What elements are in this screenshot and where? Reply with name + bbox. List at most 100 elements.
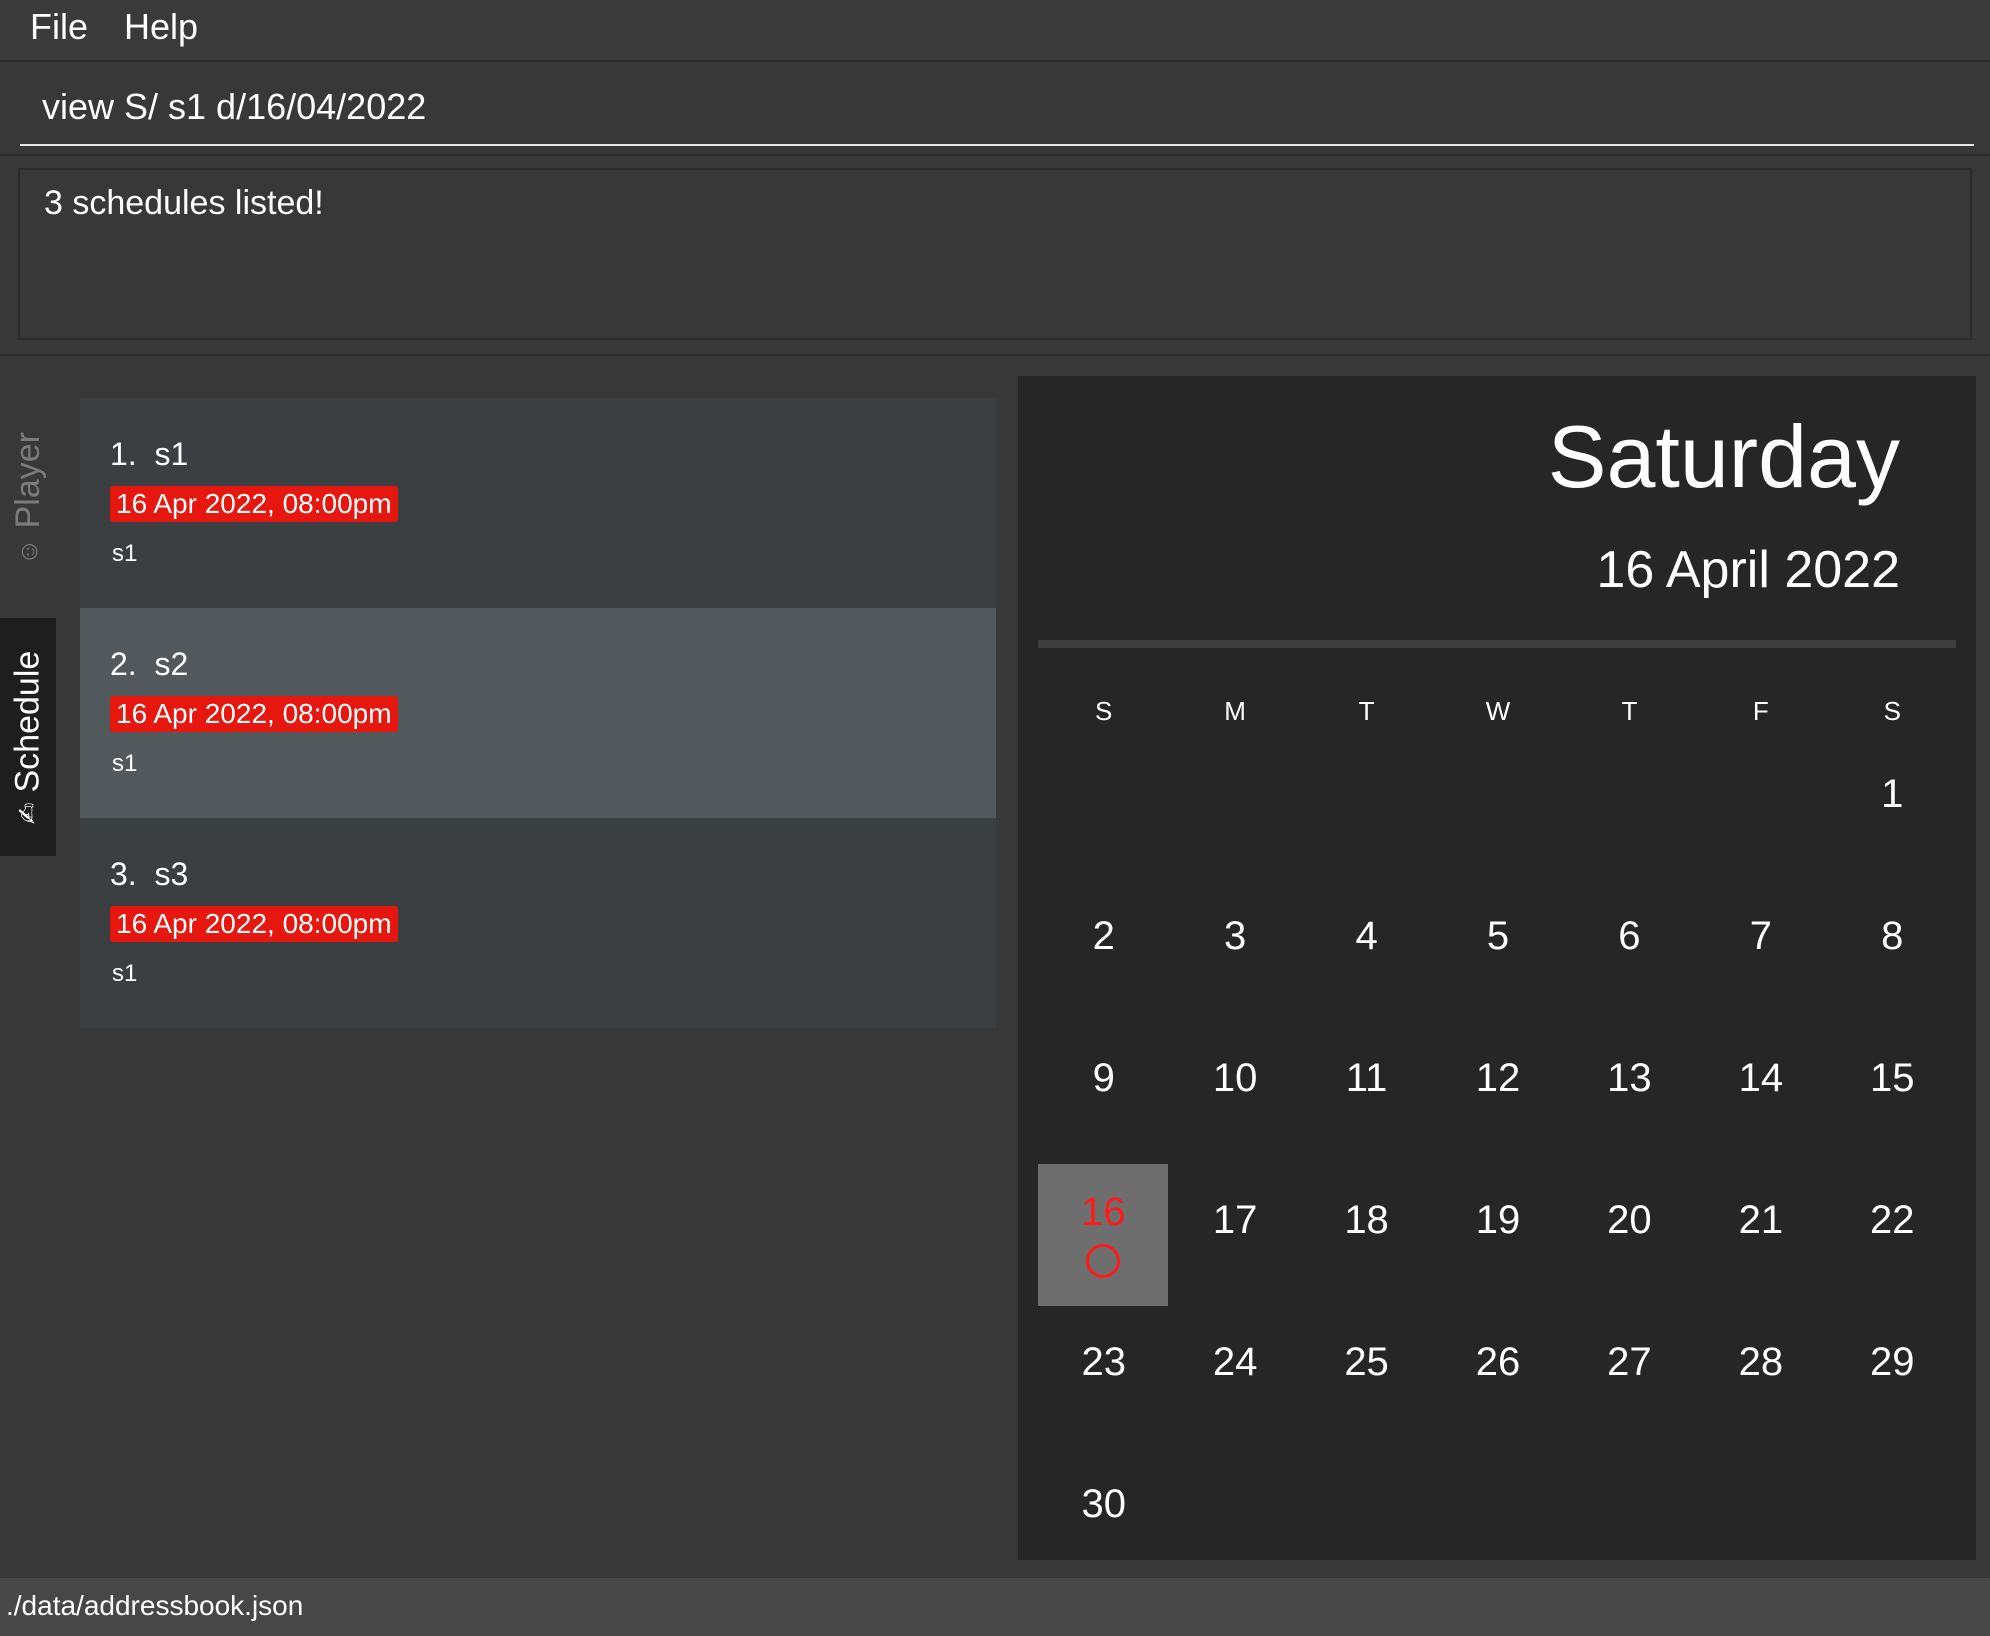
calendar-day[interactable]: 21 [1695,1164,1826,1306]
schedule-card[interactable]: 2. s2 16 Apr 2022, 08:00pm s1 [80,608,996,818]
menu-help[interactable]: Help [124,6,198,48]
calendar-day[interactable]: 20 [1564,1164,1695,1306]
calendar-day-number: 10 [1212,1056,1258,1100]
calendar-day-number: 30 [1081,1482,1126,1526]
calendar-weekday-header: SMTWTFS [1038,696,1958,736]
tab-schedule-label: Schedule [8,650,47,792]
calendar-day[interactable]: 23 [1038,1306,1169,1448]
calendar-day-number: 21 [1738,1198,1784,1242]
calendar-day-number: 11 [1345,1056,1388,1100]
calendar-weekday-name: Saturday [1547,407,1900,506]
calendar-day-number: 14 [1738,1056,1784,1100]
command-input[interactable] [20,72,1974,142]
calendar-day-number: 1 [1881,772,1904,816]
calendar-day-number: 20 [1607,1198,1652,1242]
schedule-index: 3. [110,856,137,892]
calendar-day-number: 13 [1607,1056,1652,1100]
calendar-day[interactable]: 29 [1827,1306,1958,1448]
divider [0,154,1990,156]
status-bar: ./data/addressbook.json [0,1578,1990,1636]
calendar-day[interactable]: 11 [1301,1022,1432,1164]
schedule-index: 1. [110,436,137,472]
calendar-day-number: 26 [1475,1340,1521,1384]
calendar-day[interactable]: 2 [1038,880,1169,1022]
calendar-day-number: 5 [1486,914,1510,958]
calendar-day[interactable]: 9 [1038,1022,1169,1164]
calendar-day[interactable]: 5 [1432,880,1563,1022]
calendar-day[interactable]: 14 [1695,1022,1826,1164]
calendar-weekday-label: M [1224,696,1246,726]
calendar-day-number: 19 [1475,1198,1521,1242]
calendar-day[interactable]: 24 [1169,1306,1300,1448]
event-marker-icon [1086,1244,1121,1278]
calendar-day[interactable]: 28 [1695,1306,1826,1448]
calendar-day[interactable]: 12 [1432,1022,1563,1164]
calendar-day[interactable]: 15 [1827,1022,1958,1164]
result-display: 3 schedules listed! [18,168,1972,340]
calendar-day[interactable]: 27 [1564,1306,1695,1448]
schedule-name: s3 [154,856,189,892]
schedule-list: 1. s1 16 Apr 2022, 08:00pm s1 2. s2 16 A… [80,398,996,1028]
calendar-day-number: 8 [1881,914,1904,958]
calendar-day[interactable]: 22 [1827,1164,1958,1306]
schedule-detail: s1 [112,960,138,987]
schedule-detail: s1 [112,750,138,777]
calendar-day[interactable]: 19 [1432,1164,1563,1306]
calendar-weekday-label: T [1621,696,1638,726]
calendar-day[interactable]: 4 [1301,880,1432,1022]
calendar-weekday-label: S [1883,696,1901,726]
schedule-title: 2. s2 [110,646,188,683]
calendar-day[interactable]: 18 [1301,1164,1432,1306]
calendar-day-number: 23 [1081,1340,1126,1384]
calendar-weekday-label: W [1485,696,1511,726]
calendar-day-number: 4 [1355,914,1378,958]
schedule-card[interactable]: 1. s1 16 Apr 2022, 08:00pm s1 [80,398,996,608]
calendar-day-number: 25 [1344,1340,1389,1384]
status-file-path: ./data/addressbook.json [6,1590,304,1621]
calendar-weekday-label: S [1095,696,1113,726]
calendar-empty-cell [1695,738,1826,880]
calendar-day-number: 9 [1092,1056,1115,1100]
schedule-datetime-badge: 16 Apr 2022, 08:00pm [110,696,398,732]
result-text: 3 schedules listed! [44,184,324,222]
calendar-empty-cell [1564,738,1695,880]
schedule-card[interactable]: 3. s3 16 Apr 2022, 08:00pm s1 [80,818,996,1028]
calendar-day-number: 3 [1224,914,1247,958]
schedule-name: s2 [154,646,189,682]
calendar-divider [1038,640,1956,648]
calendar-day[interactable]: 7 [1695,880,1826,1022]
calendar-day-selected[interactable]: 16 [1038,1164,1169,1306]
menu-file[interactable]: File [30,6,88,48]
smiley-icon: ☺ [12,537,43,565]
calendar-grid: 1 2 3 4 5 6 7 8 9 10 11 12 13 14 15 16 17 18 19 20 21 22 23 24 2… [1038,738,1958,1590]
menu-bar: File Help [0,0,1990,62]
schedule-detail: s1 [112,540,138,567]
calendar-day[interactable]: 1 [1827,738,1958,880]
divider [0,354,1990,356]
calendar-day[interactable]: 17 [1169,1164,1300,1306]
calendar-day-number: 24 [1212,1340,1258,1384]
calendar-day[interactable]: 8 [1827,880,1958,1022]
calendar-day[interactable]: 30 [1038,1448,1169,1590]
calendar-weekday-label: F [1752,696,1769,726]
schedule-datetime-badge: 16 Apr 2022, 08:00pm [110,486,398,522]
calendar-day[interactable]: 26 [1432,1306,1563,1448]
schedule-datetime-badge: 16 Apr 2022, 08:00pm [110,906,398,942]
calendar-day[interactable]: 10 [1169,1022,1300,1164]
calendar-day[interactable]: 25 [1301,1306,1432,1448]
calendar-panel: Saturday 16 April 2022 SMTWTFS 123456789… [1018,376,1976,1560]
calendar-day[interactable]: 6 [1564,880,1695,1022]
tab-player-label: Player [8,431,47,528]
command-box [20,72,1974,146]
calendar-day[interactable]: 3 [1169,880,1300,1022]
calendar-day-number: 27 [1607,1340,1652,1384]
schedule-name: s1 [154,436,189,472]
writing-hand-icon: ✍ [12,801,43,824]
calendar-full-date: 16 April 2022 [1596,541,1900,599]
calendar-day-number: 22 [1870,1198,1915,1242]
tab-player[interactable]: ☺ Player [0,398,56,598]
calendar-day-number: 15 [1870,1056,1915,1100]
tab-schedule[interactable]: ✍ Schedule [0,618,56,856]
calendar-day-number: 6 [1618,914,1641,958]
calendar-day[interactable]: 13 [1564,1022,1695,1164]
